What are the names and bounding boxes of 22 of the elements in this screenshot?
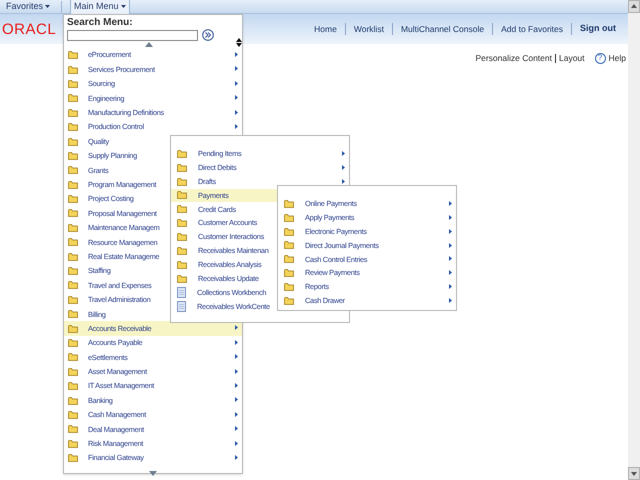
personalize-content-link[interactable]: Personalize Content: [475, 52, 552, 65]
help-icon[interactable]: ?: [594, 52, 606, 64]
nav-link[interactable]: Add to Favorites: [501, 22, 563, 36]
nav-link[interactable]: Sign out: [580, 22, 616, 36]
document-icon: [177, 286, 186, 298]
caret-icon: [45, 5, 50, 8]
top-menu-tab[interactable]: Favorites: [3, 0, 54, 14]
caret-icon: [120, 5, 126, 8]
go-icon[interactable]: [202, 29, 214, 41]
nav-link[interactable]: Home: [314, 22, 337, 36]
logo: ORACL: [2, 22, 56, 36]
scroll-down-icon[interactable]: [149, 471, 157, 476]
document-icon: [177, 300, 186, 312]
search-field[interactable]: [67, 30, 198, 40]
layout-link[interactable]: Layout: [558, 52, 585, 65]
nav-link[interactable]: MultiChannel Console: [400, 22, 484, 36]
sort-icon[interactable]: [236, 38, 242, 47]
search-menu-label: Search Menu:: [67, 17, 134, 29]
top-menu-tab[interactable]: Main Menu: [70, 0, 130, 14]
help-link[interactable]: Help: [608, 52, 626, 65]
scrollbar[interactable]: [628, 0, 640, 480]
nav-link[interactable]: Worklist: [354, 22, 384, 36]
